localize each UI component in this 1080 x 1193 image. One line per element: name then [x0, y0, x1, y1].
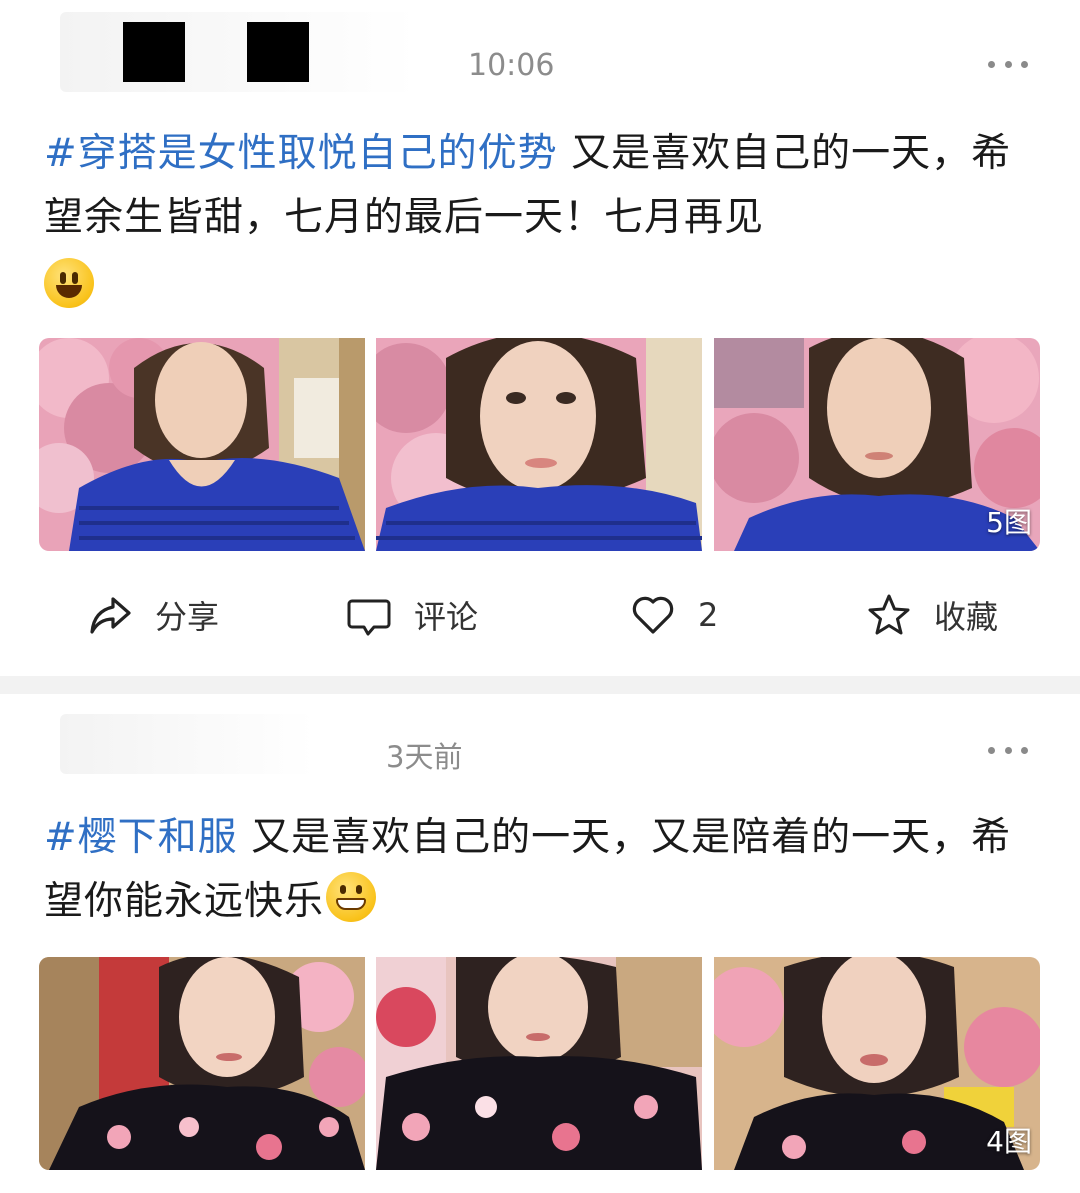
post-header: 10:06 [0, 0, 1080, 120]
photo-thumbnail[interactable] [39, 957, 365, 1170]
avatar[interactable] [60, 714, 360, 774]
comment-icon [347, 599, 391, 636]
post-text: #樱下和服 又是喜欢自己的一天，又是陪着的一天，希望你能永远快乐 [44, 806, 1034, 934]
comment-button[interactable]: 评论 [346, 575, 478, 655]
more-options-icon[interactable] [988, 58, 1028, 70]
like-button[interactable]: 2 [630, 575, 718, 655]
photo-grid: 4图 [39, 957, 1040, 1170]
beaming-face-emoji-icon [326, 872, 377, 922]
photo-thumbnail[interactable] [376, 338, 702, 551]
photo-count-badge: 4图 [986, 1125, 1032, 1158]
post-text: #穿搭是女性取悦自己的优势 又是喜欢自己的一天，希望余生皆甜，七月的最后一天！七… [44, 122, 1034, 320]
post-header: 3天前 [0, 694, 1080, 814]
post-actions: 分享 评论 2 收藏 [0, 575, 1080, 655]
photo-thumbnail[interactable]: 4图 [714, 957, 1040, 1170]
photo-grid: 5图 [39, 338, 1040, 551]
redaction-block [123, 22, 185, 82]
post-timestamp: 3天前 [386, 740, 463, 774]
post-timestamp: 10:06 [468, 48, 555, 83]
photo-count-badge: 5图 [986, 506, 1032, 539]
photo-thumbnail[interactable] [39, 338, 365, 551]
redaction-block [247, 22, 309, 82]
hashtag-link[interactable]: #樱下和服 [44, 815, 238, 860]
card-divider [0, 676, 1080, 694]
more-options-icon[interactable] [988, 744, 1028, 756]
like-count: 2 [698, 596, 719, 634]
hashtag-link[interactable]: #穿搭是女性取悦自己的优势 [44, 131, 558, 176]
share-label: 分享 [155, 598, 220, 636]
share-button[interactable]: 分享 [87, 575, 219, 655]
post-card-2[interactable]: 3天前 #樱下和服 又是喜欢自己的一天，又是陪着的一天，希望你能永远快乐 4图 [0, 694, 1080, 1193]
heart-icon [632, 596, 674, 634]
favorite-label: 收藏 [934, 598, 999, 636]
share-icon [90, 597, 131, 634]
comment-label: 评论 [414, 598, 479, 636]
photo-thumbnail[interactable]: 5图 [714, 338, 1040, 551]
post-card-1[interactable]: 10:06 #穿搭是女性取悦自己的优势 又是喜欢自己的一天，希望余生皆甜，七月的… [0, 0, 1080, 676]
star-icon [868, 594, 910, 635]
grinning-face-emoji-icon [44, 258, 94, 308]
photo-thumbnail[interactable] [376, 957, 702, 1170]
favorite-button[interactable]: 收藏 [866, 575, 998, 655]
